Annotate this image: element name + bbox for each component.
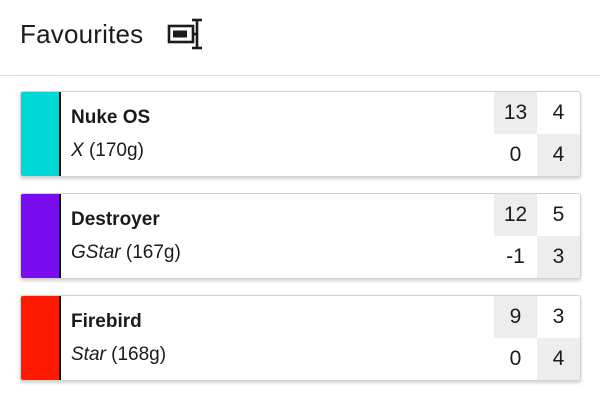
- fade-value: 4: [537, 134, 580, 176]
- turn-value: 0: [494, 134, 537, 176]
- disc-weight: (170g): [88, 140, 144, 161]
- header-bar: Favourites: [0, 0, 600, 76]
- favourites-screen: Favourites Nuke OS X (170g) 13 4 0 4 Des…: [0, 0, 600, 410]
- speed-value: 9: [494, 296, 537, 338]
- disc-plastic: Star: [71, 344, 106, 365]
- disc-color-swatch: [21, 194, 61, 278]
- favourites-list: Nuke OS X (170g) 13 4 0 4 Destroyer GSta…: [20, 91, 581, 397]
- disc-weight: (167g): [125, 242, 181, 263]
- disc-plastic: X: [71, 140, 84, 161]
- disc-info: Firebird Star (168g): [61, 296, 494, 380]
- disc-plastic-weight: GStar (167g): [71, 241, 494, 265]
- disc-name: Nuke OS: [71, 107, 151, 128]
- disc-info: Nuke OS X (170g): [61, 92, 494, 176]
- speed-value: 12: [494, 194, 537, 236]
- glide-value: 5: [537, 194, 580, 236]
- text-field-cursor-icon[interactable]: [167, 17, 205, 51]
- flight-numbers: 13 4 0 4: [494, 92, 580, 176]
- disc-plastic: GStar: [71, 242, 121, 263]
- disc-card-nuke-os[interactable]: Nuke OS X (170g) 13 4 0 4: [20, 91, 581, 177]
- fade-value: 3: [537, 236, 580, 278]
- turn-value: 0: [494, 338, 537, 380]
- flight-numbers: 12 5 -1 3: [494, 194, 580, 278]
- speed-value: 13: [494, 92, 537, 134]
- page-title: Favourites: [20, 19, 144, 49]
- flight-numbers: 9 3 0 4: [494, 296, 580, 380]
- disc-card-destroyer[interactable]: Destroyer GStar (167g) 12 5 -1 3: [20, 193, 581, 279]
- disc-weight: (168g): [111, 344, 167, 365]
- disc-plastic-weight: X (170g): [71, 139, 494, 163]
- disc-name: Firebird: [71, 311, 142, 332]
- disc-color-swatch: [21, 92, 61, 176]
- disc-card-firebird[interactable]: Firebird Star (168g) 9 3 0 4: [20, 295, 581, 381]
- fade-value: 4: [537, 338, 580, 380]
- turn-value: -1: [494, 236, 537, 278]
- disc-plastic-weight: Star (168g): [71, 343, 494, 367]
- glide-value: 3: [537, 296, 580, 338]
- glide-value: 4: [537, 92, 580, 134]
- disc-info: Destroyer GStar (167g): [61, 194, 494, 278]
- disc-name: Destroyer: [71, 209, 160, 230]
- disc-color-swatch: [21, 296, 61, 380]
